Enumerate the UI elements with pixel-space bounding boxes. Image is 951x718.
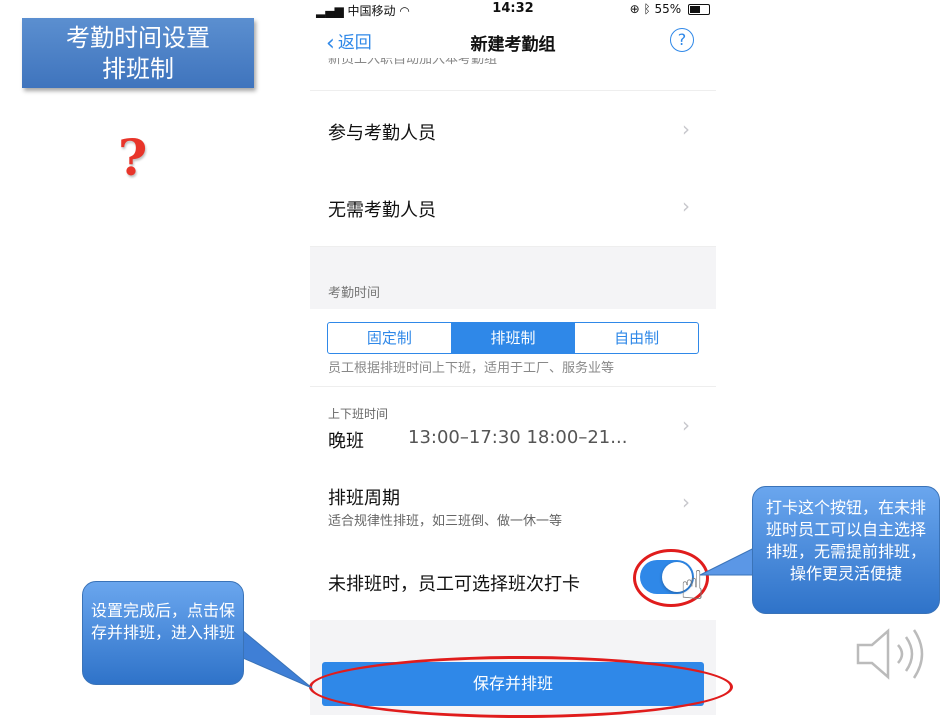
exempt-label: 无需考勤人员 bbox=[328, 200, 436, 221]
question-mark-icon: ? bbox=[118, 128, 148, 187]
segment-description: 员工根据排班时间上下班，适用于工厂、服务业等 bbox=[328, 361, 615, 376]
chevron-right-icon: › bbox=[682, 194, 690, 218]
page-title: 新建考勤组 bbox=[470, 35, 556, 55]
help-icon[interactable]: ? bbox=[670, 28, 694, 52]
cycle-description: 适合规律性排班，如三班倒、做一休一等 bbox=[328, 514, 563, 529]
chevron-right-icon: › bbox=[682, 413, 690, 437]
cycle-title: 排班周期 bbox=[328, 488, 400, 509]
slide-title-line2: 排班制 bbox=[102, 55, 174, 83]
shift-time-label: 上下班时间 bbox=[328, 407, 389, 421]
status-bar: ▂▄▆ 中国移动 ◠ 14:32 ⊕ ᛒ 55% bbox=[310, 0, 716, 20]
shift-times: 13:00–17:30 18:00–21... bbox=[408, 427, 628, 448]
rotation-lock-icon: ⊕ bbox=[629, 2, 640, 16]
section-label: 考勤时间 bbox=[328, 286, 381, 301]
segment-fixed[interactable]: 固定制 bbox=[328, 323, 452, 353]
participants-row[interactable]: 参与考勤人员 › bbox=[310, 90, 716, 170]
chevron-right-icon: › bbox=[682, 117, 690, 141]
exempt-row[interactable]: 无需考勤人员 › bbox=[310, 168, 716, 247]
slide-title-box: 考勤时间设置 排班制 bbox=[22, 18, 254, 88]
segment-shift[interactable]: 排班制 bbox=[451, 323, 576, 353]
segment-free[interactable]: 自由制 bbox=[575, 323, 698, 353]
toggle-callout: 打卡这个按钮，在未排班时员工可以自主选择排班，无需提前排班，操作更灵活便捷 bbox=[752, 486, 940, 614]
chevron-right-icon: › bbox=[682, 490, 690, 514]
schedule-type-segmented-control: 固定制 排班制 自由制 bbox=[327, 322, 699, 354]
slide-title-line1: 考勤时间设置 bbox=[66, 24, 210, 52]
participants-label: 参与考勤人员 bbox=[328, 123, 436, 144]
save-callout: 设置完成后，点击保存并排班，进入排班 bbox=[82, 581, 244, 685]
bluetooth-icon: ᛒ bbox=[643, 2, 651, 16]
battery-percent: 55% bbox=[654, 2, 682, 16]
auto-join-text: 新员工入职自动加入本考勤组 bbox=[328, 58, 498, 67]
shift-time-row[interactable]: 上下班时间 晚班 13:00–17:30 18:00–21... › bbox=[310, 386, 716, 466]
shift-name: 晚班 bbox=[328, 431, 364, 452]
nav-bar: ‹ 返回 新建考勤组 ? bbox=[310, 22, 716, 58]
phone-screen: ▂▄▆ 中国移动 ◠ 14:32 ⊕ ᛒ 55% ‹ 返回 新建考勤组 ? 新员工… bbox=[310, 0, 716, 715]
free-clock-label: 未排班时，员工可选择班次打卡 bbox=[328, 574, 580, 595]
pointing-hand-icon: ☝ bbox=[680, 563, 705, 609]
schedule-cycle-row[interactable]: 排班周期 适合规律性排班，如三班倒、做一休一等 › bbox=[310, 464, 716, 543]
save-button-highlight-ellipse bbox=[309, 656, 733, 718]
battery-icon bbox=[688, 4, 710, 15]
speaker-icon[interactable] bbox=[854, 625, 930, 683]
